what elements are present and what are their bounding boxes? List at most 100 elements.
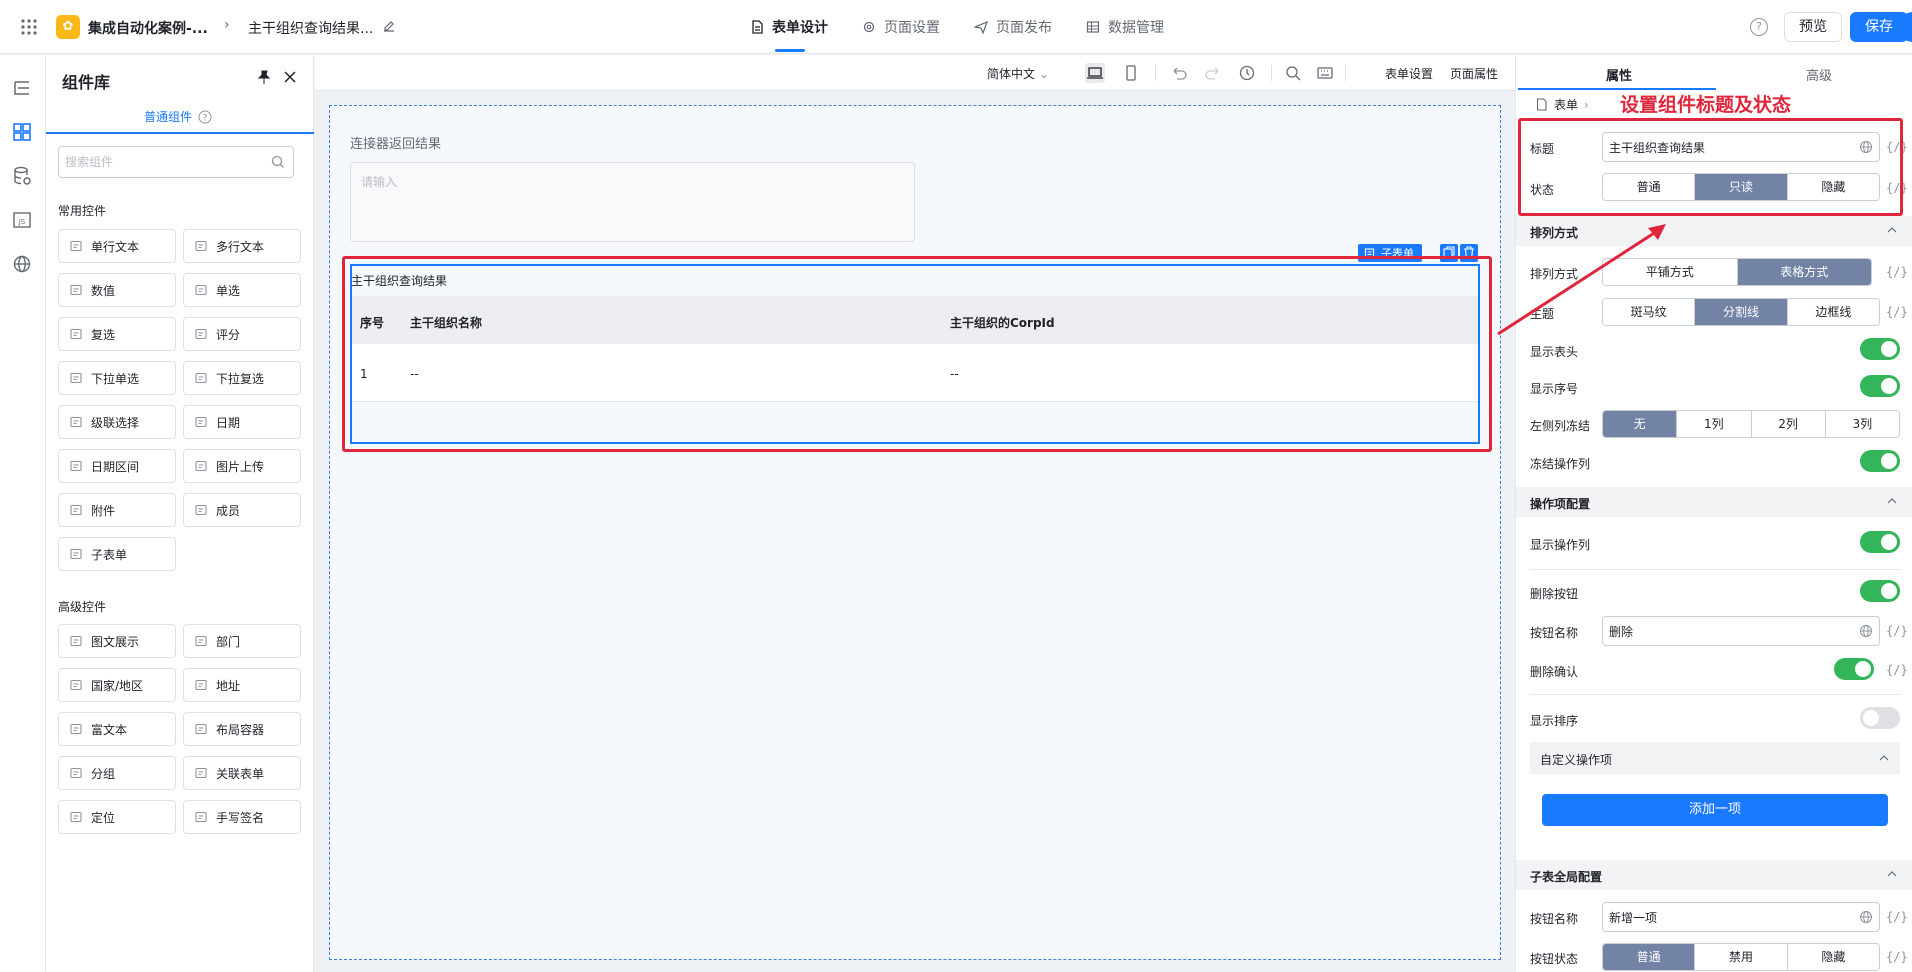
component-item[interactable]: 子表单 <box>58 537 176 571</box>
page-name[interactable]: 主干组织查询结果... <box>248 18 373 38</box>
props-breadcrumb[interactable]: 表单 › <box>1535 96 1589 113</box>
component-search[interactable] <box>58 146 294 178</box>
tab-form-design[interactable]: 表单设计 <box>750 17 828 37</box>
formula-icon[interactable]: {/} <box>1886 910 1908 924</box>
page-props-link[interactable]: 页面属性 <box>1450 65 1498 82</box>
theme-option-divider[interactable]: 分割线 <box>1695 299 1788 325</box>
component-item[interactable]: 手写签名 <box>183 800 301 834</box>
formula-icon[interactable]: {/} <box>1886 305 1908 319</box>
connector-result-textarea[interactable]: 请输入 <box>350 162 915 242</box>
component-item[interactable]: 附件 <box>58 493 176 527</box>
freeze-ops-label: 冻结操作列 <box>1530 457 1591 471</box>
show-sort-toggle[interactable] <box>1860 707 1900 729</box>
btn-state-option-disabled[interactable]: 禁用 <box>1695 944 1788 970</box>
delete-btn-name-input[interactable]: 删除 <box>1602 616 1880 646</box>
custom-ops-section[interactable]: 自定义操作项 <box>1530 742 1900 774</box>
component-label: 单选 <box>216 283 241 298</box>
keyboard-icon[interactable] <box>1315 63 1335 83</box>
component-item[interactable]: 下拉复选 <box>183 361 301 395</box>
redo-icon[interactable] <box>1203 63 1223 83</box>
formula-icon[interactable]: {/} <box>1886 663 1908 677</box>
tab-page-settings[interactable]: 页面设置 <box>862 17 940 37</box>
app-grid-icon[interactable] <box>20 18 38 36</box>
freeze-segmented[interactable]: 无 1列 2列 3列 <box>1602 410 1900 438</box>
freeze-option-2[interactable]: 2列 <box>1751 411 1826 437</box>
edit-icon[interactable] <box>382 19 396 33</box>
tab-properties[interactable]: 属性 <box>1606 65 1632 84</box>
component-item[interactable]: 日期 <box>183 405 301 439</box>
component-item[interactable]: 关联表单 <box>183 756 301 790</box>
freeze-ops-toggle[interactable] <box>1860 450 1900 472</box>
component-item[interactable]: 复选 <box>58 317 176 351</box>
freeze-option-1[interactable]: 1列 <box>1677 411 1752 437</box>
show-index-toggle[interactable] <box>1860 375 1900 397</box>
component-item[interactable]: 单选 <box>183 273 301 307</box>
show-ops-toggle[interactable] <box>1860 531 1900 553</box>
component-library-icon[interactable] <box>11 121 33 143</box>
delete-confirm-toggle[interactable] <box>1834 658 1874 680</box>
add-item-button[interactable]: 添加一项 <box>1542 794 1888 826</box>
component-item[interactable]: 下拉单选 <box>58 361 176 395</box>
component-item[interactable]: 级联选择 <box>58 405 176 439</box>
chevron-up-icon[interactable] <box>1886 224 1898 236</box>
add-btn-name-input[interactable]: 新增一项 <box>1602 902 1880 932</box>
show-header-toggle[interactable] <box>1860 338 1900 360</box>
btn-state-segmented[interactable]: 普通 禁用 隐藏 <box>1602 943 1880 971</box>
globe-icon[interactable] <box>1859 624 1873 638</box>
app-name[interactable]: 集成自动化案例-... <box>88 18 208 38</box>
data-source-icon[interactable] <box>11 165 33 187</box>
component-item[interactable]: 国家/地区 <box>58 668 176 702</box>
chevron-up-icon[interactable] <box>1878 752 1890 764</box>
tab-normal-components[interactable]: 普通组件 ? <box>144 108 212 125</box>
form-settings-link[interactable]: 表单设置 <box>1385 65 1433 82</box>
search-input[interactable] <box>65 147 255 177</box>
close-icon[interactable] <box>282 69 298 85</box>
component-item[interactable]: 定位 <box>58 800 176 834</box>
tab-page-publish[interactable]: 页面发布 <box>974 17 1052 37</box>
section-global[interactable]: 子表全局配置 <box>1516 860 1912 890</box>
formula-icon[interactable]: {/} <box>1886 624 1908 638</box>
question-icon[interactable]: ? <box>198 110 212 124</box>
javascript-icon[interactable]: JS <box>11 209 33 231</box>
chevron-up-icon[interactable] <box>1886 495 1898 507</box>
globe-icon[interactable] <box>1859 910 1873 924</box>
preview-button[interactable]: 预览 <box>1784 12 1842 42</box>
help-icon[interactable]: ? <box>1750 18 1768 36</box>
outline-tree-icon[interactable] <box>11 77 33 99</box>
theme-option-border[interactable]: 边框线 <box>1787 299 1879 325</box>
language-select[interactable]: 简体中文 ⌄ <box>987 65 1049 82</box>
component-item[interactable]: 单行文本 <box>58 229 176 263</box>
component-item[interactable]: 地址 <box>183 668 301 702</box>
component-item[interactable]: 成员 <box>183 493 301 527</box>
component-item[interactable]: 多行文本 <box>183 229 301 263</box>
pin-icon[interactable] <box>256 69 272 85</box>
component-item[interactable]: 日期区间 <box>58 449 176 483</box>
btn-state-option-hidden[interactable]: 隐藏 <box>1787 944 1879 970</box>
formula-icon[interactable]: {/} <box>1886 950 1908 964</box>
mobile-view-icon[interactable] <box>1121 63 1141 83</box>
tab-advanced[interactable]: 高级 <box>1806 65 1832 84</box>
tab-data-management[interactable]: 数据管理 <box>1086 17 1164 37</box>
component-item[interactable]: 图文展示 <box>58 624 176 658</box>
delete-button-toggle[interactable] <box>1860 580 1900 602</box>
component-item[interactable]: 评分 <box>183 317 301 351</box>
search-icon[interactable] <box>1283 63 1303 83</box>
freeze-option-none[interactable]: 无 <box>1603 411 1678 437</box>
undo-icon[interactable] <box>1169 63 1189 83</box>
formula-icon[interactable]: {/} <box>1886 265 1908 279</box>
component-item[interactable]: 富文本 <box>58 712 176 746</box>
component-item[interactable]: 图片上传 <box>183 449 301 483</box>
btn-state-option-normal[interactable]: 普通 <box>1603 944 1696 970</box>
layout-option-table[interactable]: 表格方式 <box>1737 259 1871 285</box>
section-ops[interactable]: 操作项配置 <box>1516 487 1912 517</box>
component-item[interactable]: 分组 <box>58 756 176 790</box>
history-icon[interactable] <box>1237 63 1257 83</box>
desktop-view-icon[interactable] <box>1085 63 1105 83</box>
component-item[interactable]: 布局容器 <box>183 712 301 746</box>
chevron-up-icon[interactable] <box>1886 868 1898 880</box>
freeze-option-3[interactable]: 3列 <box>1825 411 1899 437</box>
component-item[interactable]: 部门 <box>183 624 301 658</box>
component-item[interactable]: 数值 <box>58 273 176 307</box>
search-icon[interactable] <box>271 155 285 169</box>
globe-icon[interactable] <box>11 253 33 275</box>
